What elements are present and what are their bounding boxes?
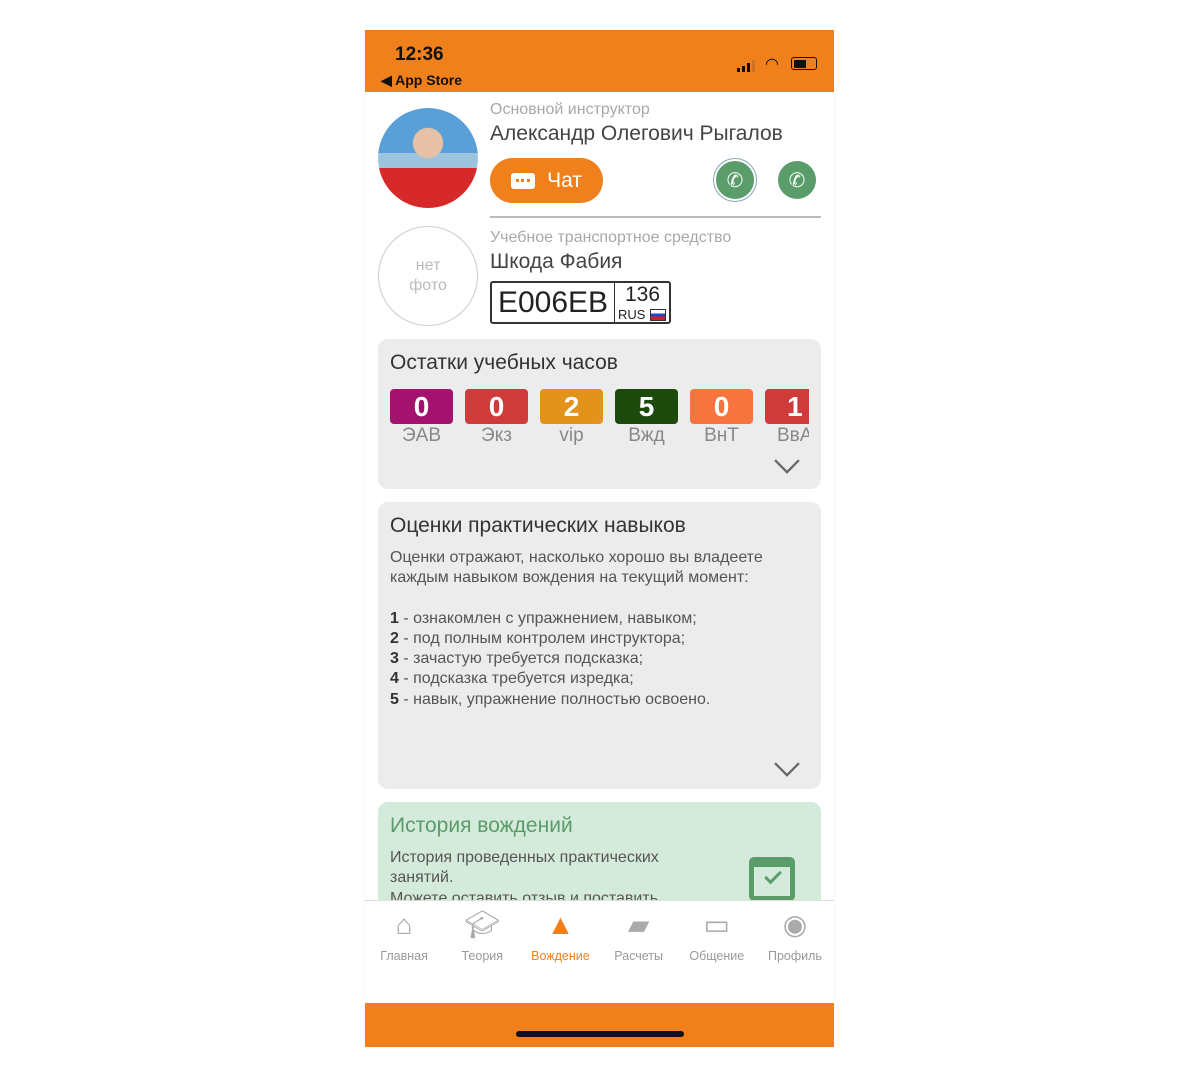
instructor-label: Основной инструктор: [490, 101, 650, 118]
skill-level-number: 2: [390, 629, 399, 647]
skills-description: Оценки отражают, насколько хорошо вы вла…: [390, 548, 815, 710]
skill-level-text: - зачастую требуется подсказка;: [398, 650, 644, 668]
hours-card: Остатки учебных часов 0 ЭАВ 0 Экз 2 vip 5 В…: [378, 339, 821, 489]
home-indicator-bar: [365, 1003, 834, 1047]
skill-level-text: - ознакомлен с упражнением, навыком;: [398, 609, 697, 627]
chat-icon: ▭: [703, 909, 730, 940]
skill-level-number: 1: [390, 609, 399, 627]
calendar-check-icon: [749, 857, 795, 901]
wifi-icon: ◠: [765, 56, 779, 73]
divider: [490, 216, 821, 218]
chat-button[interactable]: Чат: [490, 158, 603, 203]
russian-flag-icon: [650, 309, 666, 321]
battery-icon: [791, 57, 817, 70]
hours-badge[interactable]: 1: [765, 389, 809, 424]
tab-label: Вождение: [531, 949, 590, 963]
skill-level-text: - под полным контролем инструктора;: [398, 629, 686, 647]
skill-level-number: 5: [390, 690, 399, 708]
vehicle-label: Учебное транспортное средство: [490, 229, 732, 246]
tab-4[interactable]: ▭ Общение: [678, 907, 756, 1003]
history-title: История вождений: [390, 814, 573, 837]
instructor-name: Александр Олегович Рыгалов: [490, 122, 783, 145]
tab-3[interactable]: ▰ Расчеты: [600, 907, 678, 1003]
road-icon: ▲: [546, 909, 575, 940]
hours-label: Вжд: [628, 425, 665, 446]
hours-value: 0: [488, 390, 505, 422]
profile-icon: ◉: [782, 909, 808, 940]
hours-value: 1: [787, 390, 803, 422]
plate-number: E006EB: [492, 283, 615, 322]
skill-level: 2 - под полным контролем инструктора;: [390, 629, 815, 649]
tab-bar: ⌂ Главная 🎓︎ Теория ▲ Вождение ▰ Расчеты ▭ Общени…: [365, 900, 834, 1003]
skill-level: 4 - подсказка требуется изредка;: [390, 669, 815, 689]
hours-label: Экз: [481, 425, 512, 446]
hours-badge[interactable]: 0: [390, 389, 453, 424]
skills-intro: Оценки отражают, насколько хорошо вы вла…: [390, 549, 763, 587]
plate-country: RUS: [618, 307, 646, 322]
hours-value: 0: [713, 390, 730, 422]
wallet-icon: ▰: [627, 909, 650, 940]
chat-bubbles-icon: [511, 172, 536, 189]
hours-badge[interactable]: 0: [690, 389, 753, 424]
tab-label: Профиль: [767, 949, 822, 963]
hours-value: 2: [563, 390, 580, 422]
no-photo-text: нет: [415, 257, 441, 274]
skill-level: 5 - навык, упражнение полностью освоено.: [390, 690, 815, 710]
chevron-down-icon[interactable]: [774, 448, 800, 474]
hours-label: ВвА: [777, 425, 809, 446]
hours-badge[interactable]: 0: [465, 389, 528, 424]
back-to-app-store[interactable]: ◀ App Store: [381, 72, 462, 89]
hours-title: Остатки учебных часов: [390, 351, 618, 374]
whatsapp-icon[interactable]: ✆: [716, 161, 754, 199]
history-text: История проведенных практических занятий…: [390, 849, 659, 887]
phone-screen: 12:36 ◀ App Store ◠ Основной инструктор …: [365, 30, 834, 1047]
skill-level-text: - подсказка требуется изредка;: [398, 670, 634, 688]
status-bar: 12:36 ◀ App Store ◠: [365, 30, 834, 92]
skill-level: 1 - ознакомлен с упражнением, навыком;: [390, 609, 815, 629]
phone-call-icon[interactable]: ✆: [778, 161, 816, 199]
graduation-cap-icon: 🎓︎: [464, 909, 501, 940]
instructor-avatar: [378, 108, 478, 208]
chevron-down-icon[interactable]: [774, 751, 800, 777]
skill-level-number: 3: [390, 650, 399, 668]
plate-region: 136: [625, 283, 661, 306]
skill-level-number: 4: [390, 670, 399, 688]
hours-value: 5: [638, 390, 655, 422]
hours-label: ЭАВ: [401, 425, 441, 446]
signal-icon: [737, 60, 755, 72]
hours-label: ВнТ: [704, 425, 739, 446]
tab-1[interactable]: 🎓︎ Теория: [443, 907, 521, 1003]
tab-label: Теория: [461, 949, 504, 963]
tab-label: Главная: [380, 949, 428, 963]
license-plate: E006EB 136 RUS: [490, 281, 671, 324]
hours-badge[interactable]: 2: [540, 389, 603, 424]
skills-title: Оценки практических навыков: [390, 514, 686, 537]
vehicle-name: Шкода Фабия: [490, 250, 623, 273]
hours-value: 0: [413, 390, 430, 422]
skills-card: Оценки практических навыков Оценки отраж…: [378, 502, 821, 789]
skill-level: 3 - зачастую требуется подсказка;: [390, 649, 815, 669]
tab-0[interactable]: ⌂ Главная: [365, 907, 443, 1003]
no-photo-text: фото: [409, 277, 447, 294]
skill-level-text: - навык, упражнение полностью освоено.: [398, 690, 711, 708]
tab-label: Общение: [689, 949, 745, 963]
hours-label: vip: [559, 425, 584, 446]
tab-label: Расчеты: [614, 949, 663, 963]
chat-label: Чат: [547, 168, 582, 192]
hours-badge[interactable]: 5: [615, 389, 678, 424]
home-indicator[interactable]: [516, 1031, 684, 1037]
home-icon: ⌂: [395, 909, 413, 940]
tab-2[interactable]: ▲ Вождение: [521, 907, 599, 1003]
vehicle-no-photo: нет фото: [378, 226, 478, 326]
status-time: 12:36: [395, 44, 444, 65]
tab-5[interactable]: ◉ Профиль: [756, 907, 834, 1003]
